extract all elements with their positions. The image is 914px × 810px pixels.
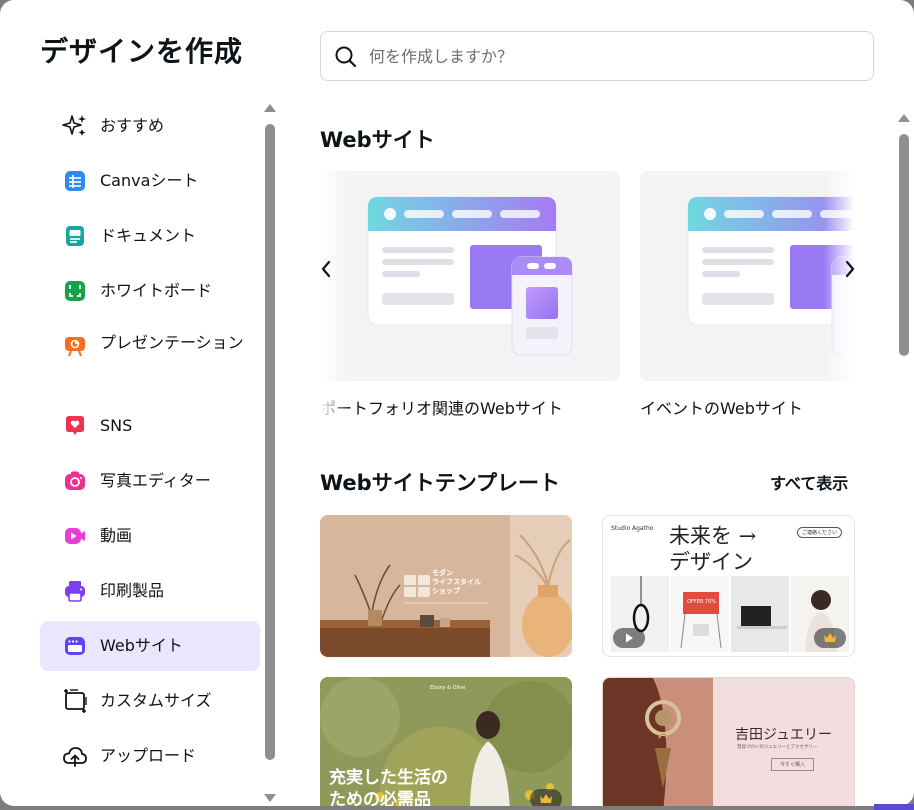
- premium-crown-icon: [814, 628, 846, 648]
- presentation-icon: [62, 333, 88, 359]
- sidebar-item-label: SNS: [100, 416, 133, 435]
- website-icon: [62, 633, 88, 659]
- template-card[interactable]: モダン ライフスタイル ショップ: [320, 515, 572, 657]
- premium-crown-icon: [530, 789, 562, 806]
- sidebar-item-photo-editor[interactable]: 写真エディター: [40, 456, 260, 506]
- sidebar-scrollbar[interactable]: [263, 104, 277, 804]
- card-caption: ポートフォリオ関連のWebサイト: [320, 399, 563, 418]
- scroll-up-icon[interactable]: [898, 114, 910, 122]
- sidebar-item-custom-size[interactable]: カスタムサイズ: [40, 676, 260, 726]
- sidebar-item-label: おすすめ: [100, 116, 165, 135]
- video-icon: [62, 523, 88, 549]
- sidebar-item-website[interactable]: Webサイト: [40, 621, 260, 671]
- card-caption: イベントのWebサイト: [640, 399, 803, 418]
- carousel-fade-left: [320, 171, 350, 421]
- template-contact-pill: ご連絡ください: [797, 527, 843, 538]
- carousel-prev-button[interactable]: [312, 255, 340, 283]
- sparkles-icon: [62, 113, 88, 139]
- card-thumbnail: [640, 171, 854, 381]
- sidebar-item-whiteboard[interactable]: ホワイトボード: [40, 266, 260, 316]
- sidebar-item-label: ドキュメント: [100, 226, 197, 245]
- sidebar-item-upload[interactable]: アップロード: [40, 731, 260, 781]
- template-thumbnail: [603, 678, 713, 806]
- create-design-dialog: デザインを作成 おすすめ Canvaシート ドキュメント: [0, 0, 914, 806]
- template-subtitle: 普段づかいのジュエリーとアクセサリー: [737, 745, 818, 750]
- dialog-title: デザインを作成: [40, 35, 244, 68]
- sheet-icon: [62, 168, 88, 194]
- sidebar-item-label: Canvaシート: [100, 171, 199, 190]
- chevron-left-icon: [321, 260, 331, 278]
- see-all-link[interactable]: すべて表示: [770, 470, 848, 494]
- document-icon: [62, 223, 88, 249]
- template-brand: Studio Agatho: [611, 525, 654, 532]
- carousel-card-event[interactable]: イベントのWebサイト: [640, 171, 854, 419]
- carousel-card-portfolio[interactable]: ポートフォリオ関連のWebサイト: [320, 171, 620, 419]
- template-photo: OFFER 70%: [671, 576, 729, 652]
- template-screen-text: OFFER 70%: [687, 599, 717, 605]
- sidebar-item-label: 印刷製品: [100, 581, 165, 600]
- resize-icon: [62, 688, 88, 714]
- sidebar-item-label: カスタムサイズ: [100, 691, 212, 710]
- main-scrollbar[interactable]: [897, 114, 911, 806]
- sidebar-item-docs[interactable]: ドキュメント: [40, 211, 260, 261]
- template-brand: Ebony & Olive: [430, 685, 466, 691]
- sidebar-item-print[interactable]: 印刷製品: [40, 566, 260, 616]
- section-title-website: Webサイト: [320, 128, 435, 152]
- sidebar-item-label: プレゼンテーション: [100, 333, 244, 352]
- search-input[interactable]: [369, 42, 849, 70]
- sidebar-item-presentation[interactable]: プレゼンテーション: [40, 321, 260, 399]
- whiteboard-icon: [62, 278, 88, 304]
- scroll-down-icon[interactable]: [264, 794, 276, 802]
- section-title-templates: Webサイトテンプレート: [320, 471, 561, 495]
- camera-icon: [62, 468, 88, 494]
- template-card[interactable]: 吉田ジュエリー 普段づかいのジュエリーとアクセサリー 今すぐ購入: [602, 677, 855, 806]
- sidebar-item-recommended[interactable]: おすすめ: [40, 101, 260, 151]
- chevron-right-icon: [845, 260, 855, 278]
- search-box[interactable]: [320, 31, 874, 81]
- template-line-2: ための必需品: [329, 790, 431, 806]
- printer-icon: [62, 578, 88, 604]
- template-card[interactable]: Studio Agatho 未来を → デザイン ご連絡ください OFFER 7…: [602, 515, 855, 657]
- carousel-fade-right: [824, 171, 854, 421]
- template-heading-2: デザイン: [669, 550, 753, 574]
- sidebar-item-label: 動画: [100, 526, 133, 545]
- template-heading: 吉田ジュエリー: [735, 727, 833, 743]
- template-text: モダン ライフスタイル ショップ: [432, 569, 481, 595]
- heart-icon: [62, 413, 88, 439]
- template-card[interactable]: Ebony & Olive 充実した生活の ための必需品: [320, 677, 572, 806]
- sidebar-item-label: アップロード: [100, 746, 197, 765]
- sidebar-item-sns[interactable]: SNS: [40, 401, 260, 451]
- video-play-icon: [613, 628, 645, 648]
- category-sidebar: おすすめ Canvaシート ドキュメント ホワイトボード プレゼンテーション S…: [40, 98, 262, 806]
- sidebar-item-label: ホワイトボード: [100, 281, 213, 300]
- sidebar-item-video[interactable]: 動画: [40, 511, 260, 561]
- cloud-upload-icon: [62, 743, 88, 769]
- sidebar-item-label: Webサイト: [100, 636, 183, 655]
- website-carousel: ポートフォリオ関連のWebサイト イベントのWebサイト: [320, 171, 854, 421]
- carousel-next-button[interactable]: [836, 255, 864, 283]
- background-corner: [874, 804, 914, 810]
- scrollbar-thumb[interactable]: [265, 124, 275, 760]
- sidebar-item-label: 写真エディター: [100, 471, 211, 490]
- sidebar-item-sheets[interactable]: Canvaシート: [40, 156, 260, 206]
- card-thumbnail: [320, 171, 620, 381]
- template-photo: [731, 576, 789, 652]
- template-shop-button: 今すぐ購入: [771, 758, 815, 771]
- search-icon: [335, 46, 357, 68]
- scroll-up-icon[interactable]: [264, 104, 276, 112]
- scrollbar-thumb[interactable]: [899, 134, 909, 356]
